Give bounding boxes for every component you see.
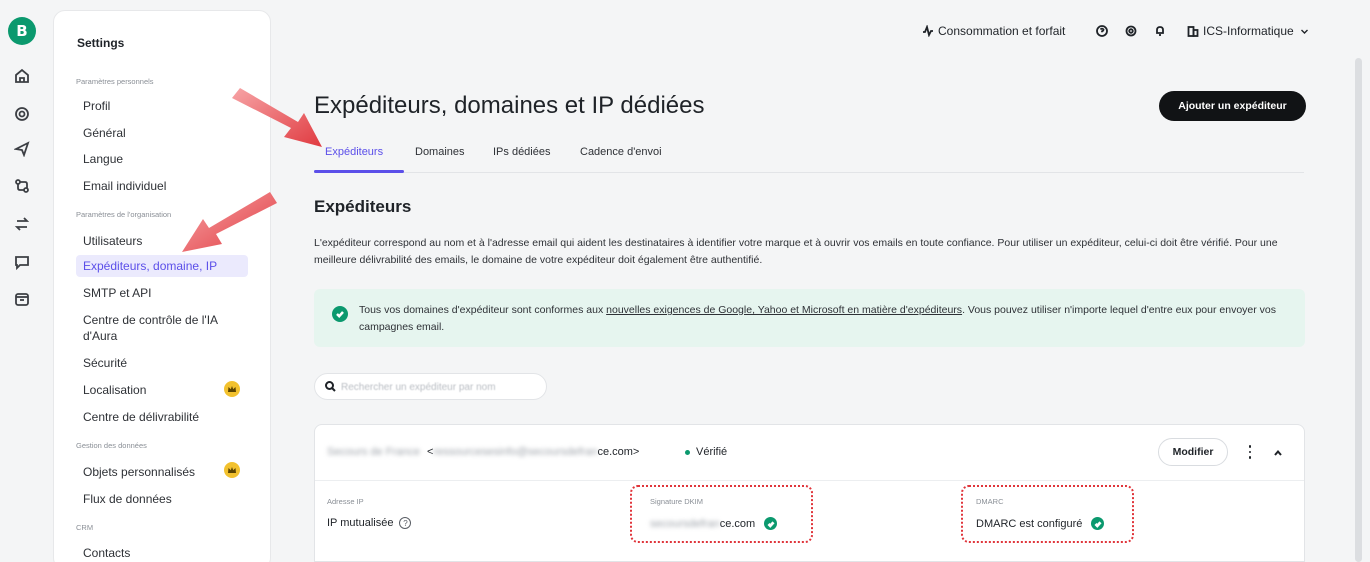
dkim-highlight-box: [630, 485, 813, 543]
section-label-crm: CRM: [76, 523, 94, 532]
crown-icon: [224, 381, 240, 397]
transactional-icon[interactable]: [13, 215, 31, 233]
add-sender-button[interactable]: Ajouter un expéditeur: [1159, 91, 1306, 121]
section-description: L'expéditeur correspond au nom et à l'ad…: [314, 237, 1278, 266]
sender-email-suffix: ce.com>: [597, 446, 640, 458]
tab-bar: Expéditeurs Domaines IPs dédiées Cadence…: [314, 140, 1304, 173]
sidebar-item-flux-donnees[interactable]: Flux de données: [76, 488, 248, 510]
settings-gear-icon[interactable]: [1125, 23, 1137, 39]
dmarc-highlight-box: [961, 485, 1134, 543]
page-title: Expéditeurs, domaines et IP dédiées: [314, 92, 705, 119]
search-icon: [325, 381, 336, 392]
automation-icon[interactable]: [13, 177, 31, 195]
notification-bell-icon[interactable]: [1154, 23, 1166, 39]
status-badge: Vérifié: [685, 446, 727, 458]
sender-email-hidden: ressourcesesinfo@secoursdefran: [433, 446, 598, 458]
sidebar-item-delivrabilite[interactable]: Centre de délivrabilité: [76, 406, 248, 428]
sender-search[interactable]: [314, 373, 547, 400]
tab-ips-dediees[interactable]: IPs dédiées: [493, 146, 550, 158]
ip-label: Adresse IP: [327, 497, 364, 506]
active-tab-indicator: [314, 170, 404, 173]
help-icon[interactable]: [1096, 23, 1108, 39]
sidebar-item-profil[interactable]: Profil: [76, 95, 248, 117]
sidebar-item-objets-personnalises[interactable]: Objets personnalisés: [76, 461, 248, 483]
tab-cadence-envoi[interactable]: Cadence d'envoi: [580, 146, 662, 158]
app-rail: B: [0, 0, 52, 562]
sidebar-item-langue[interactable]: Langue: [76, 148, 248, 170]
status-label: Vérifié: [696, 446, 728, 458]
conversations-icon[interactable]: [13, 253, 31, 271]
sender-identity: Secours de France <ressourcesesinfo@seco…: [327, 446, 640, 458]
more-options-icon[interactable]: [1243, 444, 1257, 460]
sender-name: Secours de France: [327, 446, 420, 458]
sidebar-item-smtp-api[interactable]: SMTP et API: [76, 282, 248, 304]
compliance-alert: Tous vos domaines d'expéditeur sont conf…: [314, 289, 1305, 347]
consumption-link[interactable]: Consommation et forfait: [922, 23, 1065, 39]
sidebar-item-utilisateurs[interactable]: Utilisateurs: [76, 230, 248, 252]
consumption-label: Consommation et forfait: [938, 24, 1066, 38]
ip-value: IP mutualisée ?: [327, 517, 412, 529]
campaign-send-icon[interactable]: [13, 140, 31, 158]
sidebar-item-general[interactable]: Général: [76, 122, 248, 144]
crown-icon: [224, 462, 240, 478]
sidebar-item-contacts[interactable]: Contacts: [76, 542, 248, 562]
home-icon[interactable]: [13, 67, 31, 85]
tab-domaines[interactable]: Domaines: [415, 146, 465, 158]
sidebar-item-localisation[interactable]: Localisation: [76, 379, 248, 401]
section-label-organisation: Paramètres de l'organisation: [76, 210, 172, 219]
tab-expediteurs[interactable]: Expéditeurs: [325, 146, 383, 158]
status-dot: [685, 449, 690, 455]
chevron-down-icon: [1300, 29, 1308, 34]
requirements-link[interactable]: nouvelles exigences de Google, Yahoo et …: [606, 304, 962, 316]
sidebar-item-email-individuel[interactable]: Email individuel: [76, 175, 248, 197]
chevron-up-icon[interactable]: [1271, 446, 1285, 460]
sidebar-title: Settings: [77, 36, 125, 50]
section-label-personal: Paramètres personnels: [76, 77, 154, 86]
check-circle-icon: [332, 306, 348, 322]
sidebar-item-expediteurs[interactable]: Expéditeurs, domaine, IP: [76, 255, 248, 277]
alert-text: Tous vos domaines d'expéditeur sont conf…: [359, 304, 1277, 333]
sidebar-item-centre-ia[interactable]: Centre de contrôle de l'IA d'Aura: [76, 309, 226, 347]
activity-icon: [923, 25, 933, 37]
calendar-icon[interactable]: [13, 290, 31, 308]
modify-button[interactable]: Modifier: [1158, 438, 1228, 466]
settings-sidebar: Settings Paramètres personnels Profil Gé…: [53, 10, 271, 562]
brevo-logo[interactable]: B: [8, 17, 36, 45]
building-icon: [1187, 26, 1199, 37]
help-circle-icon[interactable]: ?: [399, 517, 412, 529]
contacts-icon[interactable]: [13, 105, 31, 123]
scrollbar-thumb[interactable]: [1355, 58, 1362, 562]
section-label-donnees: Gestion des données: [76, 441, 147, 450]
account-menu[interactable]: ICS-Informatique: [1187, 23, 1309, 39]
search-input[interactable]: [341, 378, 541, 396]
sidebar-item-securite[interactable]: Sécurité: [76, 352, 248, 374]
section-title: Expéditeurs: [314, 197, 412, 216]
sender-card-header: Secours de France <ressourcesesinfo@seco…: [315, 425, 1304, 481]
account-name: ICS-Informatique: [1203, 24, 1294, 38]
